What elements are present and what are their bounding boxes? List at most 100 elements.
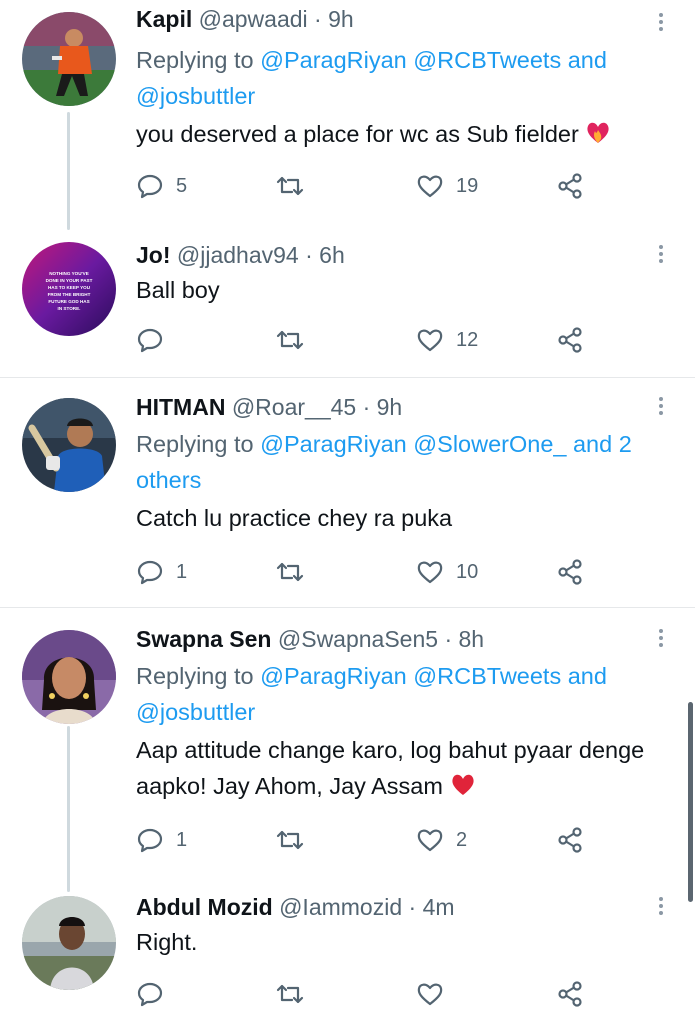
like-button[interactable] [416,978,456,1010]
timestamp[interactable]: · 9h [314,6,354,32]
display-name[interactable]: Kapil [136,6,192,32]
like-button[interactable]: 10 [416,556,478,588]
reply-button[interactable]: 1 [136,556,187,588]
tweet-text-content: Aap attitude change karo, log bahut pyaa… [136,737,645,799]
display-name[interactable]: Swapna Sen [136,626,271,652]
tweet-abdul-mozid[interactable]: Abdul Mozid @Iammozid · 4m Right. [0,892,695,1024]
reply-icon [137,828,163,853]
display-name[interactable]: Abdul Mozid [136,894,273,920]
cricketer-orange-avatar-icon [22,12,116,106]
avatar[interactable] [22,630,116,724]
red-heart-icon [450,771,476,807]
tweet-swapna-sen[interactable]: Swapna Sen @SwapnaSen5 · 8h Replying to … [0,608,695,892]
retweet-button[interactable] [276,170,316,202]
avatar-quote-line: NOTHING YOU'VE [49,271,89,276]
share-button[interactable] [556,170,584,202]
tweet-actions: 1 2 [136,824,606,856]
heart-icon [417,829,443,852]
tweet-actions: 1 10 [136,556,606,588]
woman-portrait-avatar-icon [22,630,116,724]
replying-to-label: Replying to [136,431,261,457]
tweet-text: Aap attitude change karo, log bahut pyaa… [136,732,655,807]
timestamp[interactable]: · 6h [305,242,345,268]
avatar[interactable] [22,398,116,492]
reply-button[interactable]: 5 [136,170,187,202]
avatar[interactable] [22,12,116,106]
tweet-text: Right. [136,929,198,955]
retweet-icon [276,830,304,850]
user-handle[interactable]: @apwaadi [199,6,308,32]
tweet-actions: 12 [136,324,606,356]
man-portrait-avatar-icon [22,896,116,990]
retweet-button[interactable] [276,556,316,588]
quote-purple-avatar-icon: NOTHING YOU'VE DONE IN YOUR PAST HAS TO … [22,242,116,336]
display-name[interactable]: HITMAN [136,394,225,420]
reply-button[interactable] [136,978,176,1010]
reply-button[interactable] [136,324,176,356]
heart-icon [417,561,443,584]
avatar-quote-line: FROM THE BRIGHT [48,292,91,297]
replying-to: Replying to @ParagRiyan @SlowerOne_ and … [136,426,655,498]
timestamp[interactable]: · 4m [409,894,455,920]
reply-icon [137,560,163,585]
share-icon [558,559,582,585]
share-button[interactable] [556,978,584,1010]
reply-count: 1 [176,560,188,583]
tweet-header: Abdul Mozid @Iammozid · 4m [136,892,655,922]
display-name[interactable]: Jo! [136,242,171,268]
reply-icon [137,982,163,1007]
like-button[interactable]: 12 [416,324,478,356]
user-handle[interactable]: @Iammozid [279,894,402,920]
reply-button[interactable]: 1 [136,824,187,856]
retweet-button[interactable] [276,824,316,856]
more-options-icon[interactable] [657,10,665,40]
like-button[interactable]: 19 [416,170,478,202]
retweet-icon [276,330,304,350]
tweet-header: Swapna Sen @SwapnaSen5 · 8h [136,624,655,654]
replying-to-label: Replying to [136,663,261,689]
avatar[interactable]: NOTHING YOU'VE DONE IN YOUR PAST HAS TO … [22,242,116,336]
like-count: 19 [456,174,479,197]
tweet-hitman[interactable]: HITMAN @Roar__45 · 9h Replying to @Parag… [0,378,695,606]
avatar-quote-line: HAS TO KEEP YOU [48,285,91,290]
share-button[interactable] [556,556,584,588]
like-count: 2 [456,828,468,851]
reply-icon [137,174,163,199]
more-options-icon[interactable] [657,242,665,272]
tweet-jo[interactable]: NOTHING YOU'VE DONE IN YOUR PAST HAS TO … [0,230,695,376]
tweet-header: HITMAN @Roar__45 · 9h [136,392,655,422]
share-button[interactable] [556,324,584,356]
reply-count: 1 [176,828,188,851]
heart-icon [417,983,443,1006]
user-handle[interactable]: @Roar__45 [232,394,356,420]
tweet-actions: 5 19 [136,170,606,202]
timestamp[interactable]: · 9h [363,394,403,420]
tweet-kapil[interactable]: Kapil @apwaadi · 9h Replying to @ParagRi… [0,0,695,230]
retweet-icon [276,176,304,196]
share-icon [558,827,582,853]
like-count: 10 [456,560,479,583]
share-button[interactable] [556,824,584,856]
share-icon [558,981,582,1007]
more-options-icon[interactable] [657,394,665,424]
heart-icon [417,329,443,352]
reply-count: 5 [176,174,188,197]
tweet-text: Ball boy [136,277,220,303]
replying-to: Replying to @ParagRiyan @RCBTweets and @… [136,42,655,114]
avatar[interactable] [22,896,116,990]
reply-feed: Kapil @apwaadi · 9h Replying to @ParagRi… [0,0,695,1024]
avatar-quote-line: DONE IN YOUR PAST [46,278,93,283]
retweet-button[interactable] [276,978,316,1010]
like-button[interactable]: 2 [416,824,467,856]
user-handle[interactable]: @jjadhav94 [177,242,299,268]
more-options-icon[interactable] [657,894,665,924]
user-handle[interactable]: @SwapnaSen5 [278,626,438,652]
tweet-header: Jo! @jjadhav94 · 6h [136,240,655,270]
retweet-button[interactable] [276,324,316,356]
replying-to-label: Replying to [136,47,261,73]
scrollbar[interactable] [688,702,693,902]
tweet-text-content: you deserved a place for wc as Sub field… [136,121,579,147]
timestamp[interactable]: · 8h [444,626,484,652]
more-options-icon[interactable] [657,626,665,656]
replying-to: Replying to @ParagRiyan @RCBTweets and @… [136,658,655,730]
